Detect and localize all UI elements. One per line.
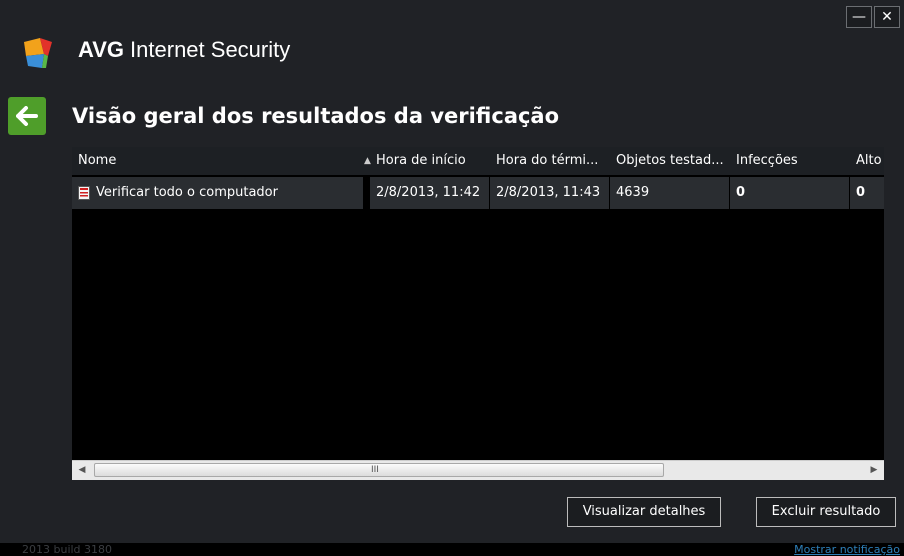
column-header-name[interactable]: Nome (72, 147, 364, 175)
scroll-right-arrow-icon[interactable]: ▶ (866, 461, 882, 480)
window-controls: — ✕ (846, 6, 900, 28)
cell-high: 0 (850, 177, 884, 209)
column-header-start-time[interactable]: Hora de início (370, 147, 490, 175)
view-details-button[interactable]: Visualizar detalhes (567, 497, 721, 527)
back-button[interactable] (8, 97, 46, 135)
app-product: Internet Security (130, 37, 291, 62)
footer: 2013 build 3180 Mostrar notificação (0, 543, 904, 556)
horizontal-scrollbar[interactable]: ◀ III ▶ (72, 460, 884, 480)
app-brand: AVG (78, 37, 125, 62)
cell-infections: 0 (730, 177, 850, 209)
column-header-high[interactable]: Alto (850, 147, 884, 175)
scroll-left-arrow-icon[interactable]: ◀ (74, 461, 90, 480)
column-header-infections[interactable]: Infecções (730, 147, 850, 175)
version-label: 2013 build 3180 (22, 543, 113, 556)
cell-end-time: 2/8/2013, 11:43 (490, 177, 610, 209)
arrow-left-icon (16, 106, 38, 126)
column-header-end-time[interactable]: Hora do térmi... (490, 147, 610, 175)
table-row[interactable]: Verificar todo o computador 2/8/2013, 11… (72, 177, 884, 209)
cell-objects: 4639 (610, 177, 730, 209)
column-header-objects[interactable]: Objetos testad... (610, 147, 730, 175)
table-header: Nome ▲ Hora de início Hora do térmi... O… (72, 147, 884, 176)
scan-report-icon (78, 185, 90, 200)
main-window: — ✕ AVG Internet Security Visão geral dos… (0, 0, 904, 556)
cell-start-time: 2/8/2013, 11:42 (370, 177, 490, 209)
scan-results-table: Nome ▲ Hora de início Hora do térmi... O… (72, 147, 884, 480)
cell-name-text: Verificar todo o computador (96, 185, 278, 200)
page-title: Visão geral dos resultados da verificaçã… (72, 104, 560, 128)
minimize-button[interactable]: — (846, 6, 872, 28)
delete-result-button[interactable]: Excluir resultado (756, 497, 896, 527)
grip-icon: III (371, 465, 379, 475)
scrollbar-thumb[interactable]: III (94, 463, 664, 477)
cell-name: Verificar todo o computador (72, 177, 364, 209)
app-title: AVG Internet Security (78, 37, 290, 63)
show-notification-link[interactable]: Mostrar notificação (794, 543, 900, 556)
close-button[interactable]: ✕ (874, 6, 900, 28)
avg-logo (24, 38, 52, 68)
